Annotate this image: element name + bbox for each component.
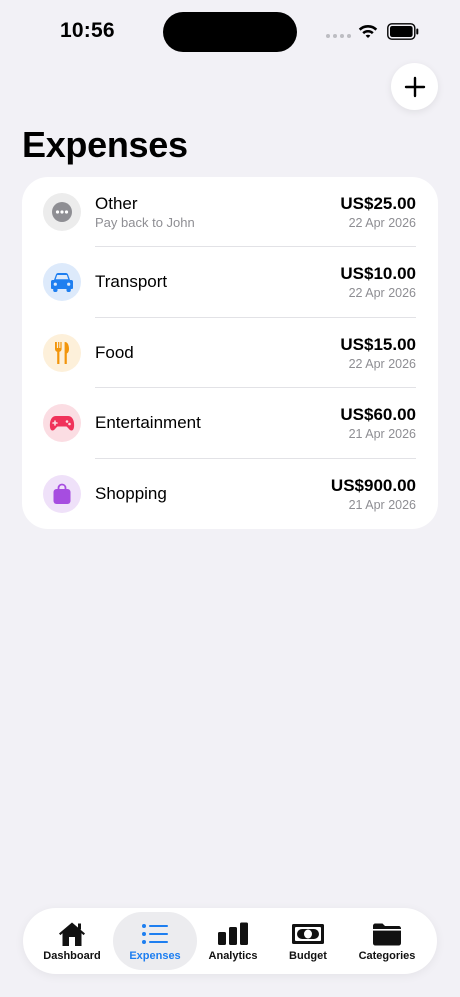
category-icon-badge	[43, 404, 81, 443]
category-icon-badge	[43, 263, 81, 302]
category-icon-badge	[43, 474, 81, 513]
expense-category: Food	[95, 342, 134, 362]
expense-amount: US$900.00	[330, 475, 416, 495]
expense-note: Pay back to John	[95, 215, 195, 230]
house-icon	[59, 922, 85, 946]
expense-amount: US$25.00	[340, 194, 416, 213]
fork-knife-icon	[55, 341, 69, 364]
expense-amount: US$15.00	[340, 334, 416, 354]
expense-amount: US$10.00	[340, 264, 416, 284]
expense-date: 21 Apr 2026	[348, 427, 416, 442]
tab-expenses[interactable]: Expenses	[113, 912, 197, 970]
expense-date: 22 Apr 2026	[348, 216, 416, 230]
expense-date: 21 Apr 2026	[348, 497, 416, 512]
tab-categories[interactable]: Categories	[345, 912, 429, 970]
expense-date: 22 Apr 2026	[348, 356, 416, 371]
status-time: 10:56	[60, 19, 115, 42]
tab-budget[interactable]: Budget	[266, 912, 350, 970]
folder-icon	[373, 923, 401, 946]
expense-row-entertainment[interactable]: Entertainment US$60.00 21 Apr 2026	[22, 388, 438, 459]
expenses-screen: 10:56 Expenses Other Pay back to John US…	[0, 0, 460, 997]
gamepad-icon	[49, 416, 75, 431]
tab-label: Budget	[289, 950, 327, 962]
cellular-signal-icon	[326, 34, 351, 38]
expense-category: Shopping	[95, 483, 167, 503]
wifi-icon	[358, 25, 378, 38]
car-icon	[51, 273, 73, 293]
expense-row-transport[interactable]: Transport US$10.00 22 Apr 2026	[22, 247, 438, 318]
expense-date: 22 Apr 2026	[348, 286, 416, 301]
tab-label: Expenses	[129, 950, 181, 962]
ellipsis-icon	[52, 202, 72, 222]
expense-row-food[interactable]: Food US$15.00 22 Apr 2026	[22, 318, 438, 389]
plus-icon	[404, 76, 425, 97]
tab-label: Categories	[358, 950, 416, 962]
dynamic-island	[163, 12, 297, 52]
expense-amount: US$60.00	[340, 405, 416, 425]
tab-bar: Dashboard Expenses Analytics Budget Cate…	[23, 908, 437, 974]
bag-icon	[53, 483, 71, 504]
tab-dashboard[interactable]: Dashboard	[30, 912, 114, 970]
expense-category: Other	[95, 194, 138, 213]
expense-category: Transport	[95, 272, 168, 292]
category-icon-badge	[43, 333, 81, 372]
tab-analytics[interactable]: Analytics	[191, 912, 275, 970]
expense-list: Other Pay back to John US$25.00 22 Apr 2…	[22, 177, 438, 529]
category-icon-badge	[43, 193, 81, 231]
tab-label: Dashboard	[43, 950, 101, 962]
page-title: Expenses	[22, 124, 188, 165]
bar-chart-icon	[218, 922, 248, 945]
list-icon	[142, 924, 168, 944]
add-expense-button[interactable]	[391, 63, 438, 110]
expense-row-other[interactable]: Other Pay back to John US$25.00 22 Apr 2…	[22, 177, 438, 248]
tab-label: Analytics	[208, 950, 258, 962]
expense-category: Entertainment	[95, 413, 201, 433]
expense-row-shopping[interactable]: Shopping US$900.00 21 Apr 2026	[22, 459, 438, 529]
battery-icon	[387, 23, 419, 40]
banknote-icon	[292, 924, 324, 944]
